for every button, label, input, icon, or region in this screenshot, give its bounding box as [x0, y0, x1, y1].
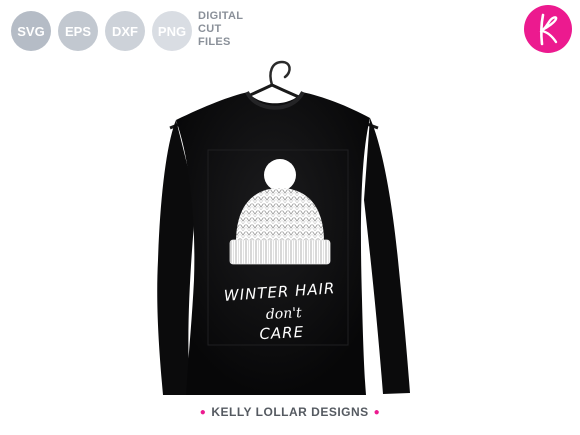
design-text-line3: CARE	[259, 323, 305, 343]
brand-footer: ● KELLY LOLLAR DESIGNS ●	[0, 405, 580, 419]
bullet-right-icon: ●	[373, 407, 381, 418]
product-mockup: WINTER HAIR don't CARE	[157, 60, 410, 395]
brand-name: KELLY LOLLAR DESIGNS	[211, 405, 369, 419]
bullet-left-icon: ●	[199, 407, 207, 418]
pompom-icon	[264, 159, 296, 191]
design-text-line2: don't	[265, 305, 302, 323]
